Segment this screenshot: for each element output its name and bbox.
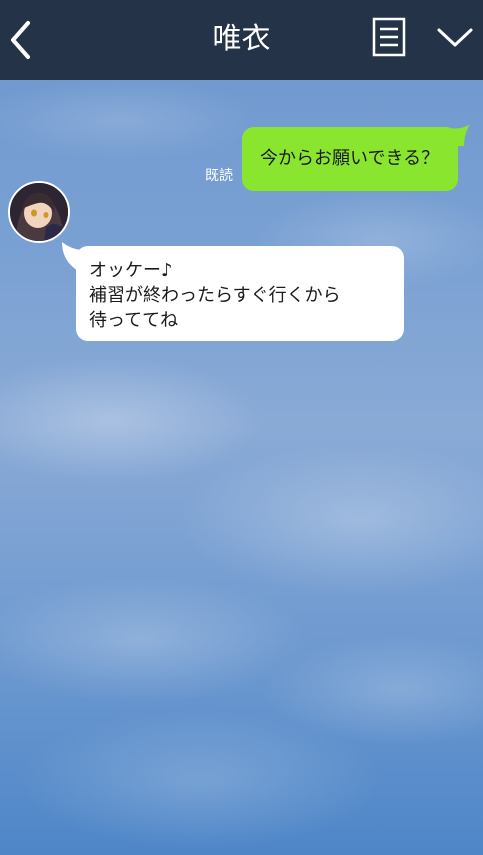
back-button[interactable] [6, 18, 36, 62]
avatar[interactable] [8, 181, 70, 243]
chevron-down-icon [437, 28, 473, 47]
notes-button[interactable] [372, 17, 406, 57]
incoming-message-line: オッケー♪ [89, 260, 173, 281]
read-receipt: 既読 [205, 168, 233, 184]
avatar-image [10, 183, 68, 241]
incoming-message-bubble[interactable]: オッケー♪ 補習が終わったらすぐ行くから 待っててね [76, 246, 404, 341]
chat-header: 唯衣 [0, 0, 483, 80]
incoming-message-line: 補習が終わったらすぐ行くから [89, 285, 341, 306]
notes-icon [372, 17, 406, 57]
chevron-left-icon [11, 21, 30, 59]
outgoing-message-bubble[interactable]: 今からお願いできる？ [242, 127, 458, 191]
incoming-message-line: 待っててね [89, 310, 179, 331]
menu-button[interactable] [436, 24, 474, 52]
outgoing-message-text: 今からお願いできる？ [260, 148, 440, 169]
chat-title: 唯衣 [212, 21, 271, 55]
